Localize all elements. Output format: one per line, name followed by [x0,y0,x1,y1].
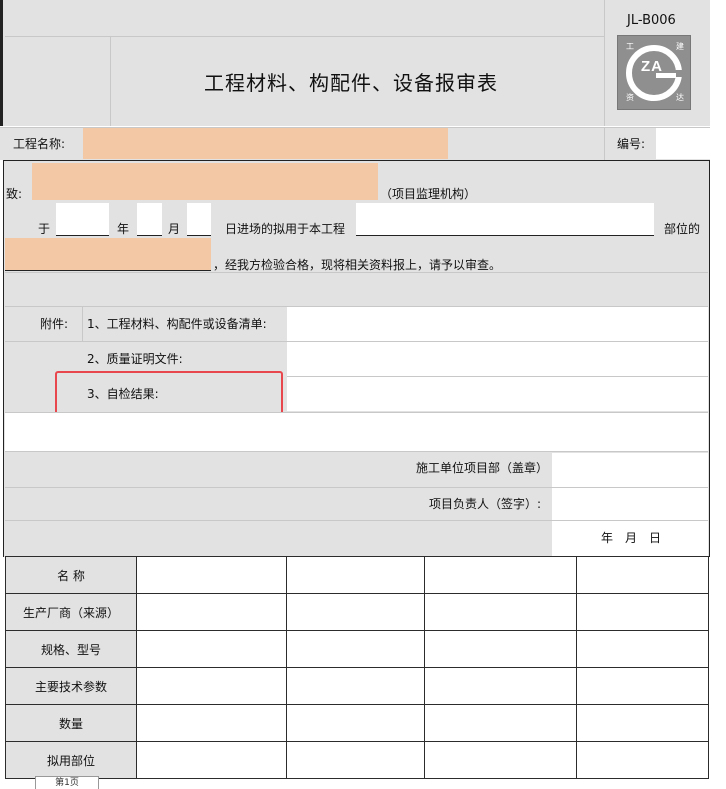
table-cell[interactable] [286,630,425,668]
contractor-dept-label: 施工单位项目部（盖章） [416,461,549,475]
logo-char: 建 [676,42,684,51]
highlight-box [55,371,283,417]
table-row: 主要技术参数 [5,667,709,705]
table-cell[interactable] [136,593,287,631]
table-row: 数量 [5,704,709,742]
table-row: 生产厂商（来源） [5,593,709,631]
logo-letters: ZA [641,58,663,75]
yu-label: 于 [38,222,51,236]
grid-line [82,306,83,341]
grid-line [604,0,605,126]
table-cell[interactable] [424,630,577,668]
to-label: 致: [6,187,23,201]
table-cell[interactable] [136,667,287,705]
material-field[interactable] [5,238,211,271]
attachment-label: 附件: [40,317,69,331]
table-cell[interactable] [576,556,709,594]
logo-char: 资 [626,93,634,102]
grid-line [110,36,111,126]
manager-sign-field[interactable] [552,488,708,520]
table-cell[interactable] [286,667,425,705]
table-cell[interactable] [424,704,577,742]
month-field[interactable] [137,203,162,236]
grid-line [5,272,708,273]
attachment-item-2: 2、质量证明文件: [87,352,183,366]
date-label: 年 月 日 [601,531,662,545]
left-border [0,0,3,126]
attachment-item-1: 1、工程材料、构配件或设备清单: [87,317,267,331]
table-cell[interactable] [576,593,709,631]
year-field[interactable] [56,203,109,236]
table-cell[interactable] [576,741,709,779]
location-label: 部位的 [664,222,701,236]
table-cell[interactable] [424,667,577,705]
table-row: 拟用部位 [5,741,709,779]
table-cell[interactable] [576,704,709,742]
project-name-label: 工程名称: [13,137,66,151]
table-cell[interactable] [576,630,709,668]
location-field[interactable] [356,203,654,236]
form-title: 工程材料、构配件、设备报审表 [204,71,498,95]
table-cell[interactable] [576,667,709,705]
logo-char: 达 [676,93,684,102]
self-check-field[interactable] [287,377,708,411]
table-row: 规格、型号 [5,630,709,668]
grid-line [604,127,605,160]
row-header: 名 称 [5,556,137,594]
row-header: 生产厂商（来源） [5,593,137,631]
attachment-list-field[interactable] [287,307,708,341]
table-cell[interactable] [286,704,425,742]
grid-line [5,36,605,37]
project-name-field[interactable] [83,128,448,159]
sheet-tab[interactable]: 第1页 [35,776,99,789]
supervisor-label: （项目监理机构） [380,187,477,201]
za-logo-icon: ZA 工 建 资 达 [617,35,691,110]
table-cell[interactable] [424,556,577,594]
table-row: 名 称 [5,556,709,594]
table-cell[interactable] [136,704,287,742]
material-table: 名 称 生产厂商（来源） 规格、型号 主要技术参数 数量 拟用部位 [5,556,709,779]
quality-cert-field[interactable] [287,342,708,376]
row-header: 规格、型号 [5,630,137,668]
contractor-stamp-field[interactable] [552,453,708,487]
table-cell[interactable] [136,741,287,779]
entry-text: 日进场的拟用于本工程 [225,222,346,236]
row-header: 数量 [5,704,137,742]
table-cell[interactable] [286,741,425,779]
row-header: 主要技术参数 [5,667,137,705]
inspection-text: ，经我方检验合格，现将相关资料报上，请予以审查。 [213,258,502,272]
form-code: JL-B006 [627,13,676,28]
table-cell[interactable] [286,556,425,594]
month-label: 月 [168,222,181,236]
logo-char: 工 [626,42,634,51]
remarks-area[interactable] [5,412,708,452]
table-cell[interactable] [136,556,287,594]
supervisor-org-field[interactable] [32,163,378,200]
table-cell[interactable] [424,593,577,631]
day-field[interactable] [187,203,211,236]
table-cell[interactable] [136,630,287,668]
number-field[interactable] [656,128,710,159]
number-label: 编号: [617,137,646,151]
manager-label: 项目负责人（签字）: [429,497,542,511]
table-cell[interactable] [286,593,425,631]
table-cell[interactable] [424,741,577,779]
year-label: 年 [117,222,130,236]
row-header: 拟用部位 [5,741,137,779]
